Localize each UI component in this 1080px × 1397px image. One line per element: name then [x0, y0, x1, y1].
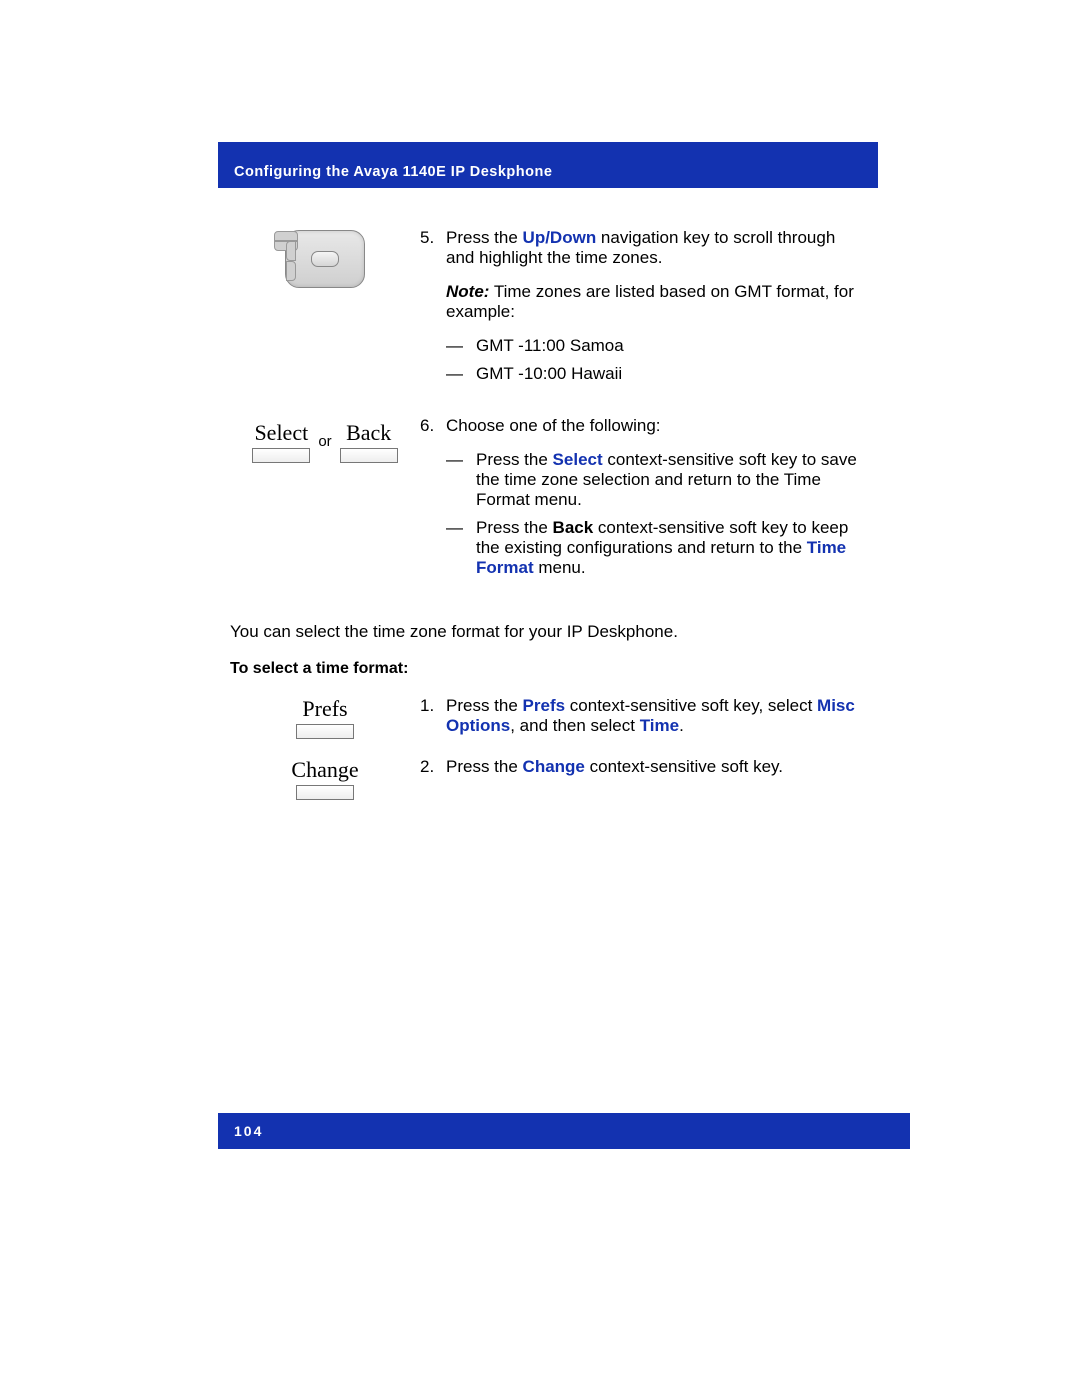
paragraph: You can select the time zone format for … — [230, 622, 866, 642]
timezone-item: GMT -10:00 Hawaii — [476, 364, 622, 384]
step-number: 5. — [420, 228, 446, 398]
step-text: Press the Change context-sensitive soft … — [446, 757, 866, 777]
time-label: Time — [640, 716, 679, 735]
timezone-item: GMT -11:00 Samoa — [476, 336, 624, 356]
navigation-pad-icon — [285, 230, 365, 288]
updown-label: Up/Down — [523, 228, 597, 247]
prefs-label: Prefs — [523, 696, 566, 715]
select-softkey-button[interactable] — [252, 448, 310, 463]
note-label: Note: — [446, 282, 489, 301]
select-softkey-label: Select — [254, 420, 308, 446]
prefs-softkey-label: Prefs — [302, 696, 347, 722]
back-softkey-button[interactable] — [340, 448, 398, 463]
prefs-softkey-button[interactable] — [296, 724, 354, 739]
page-footer: 104 — [218, 1113, 910, 1149]
select-label: Select — [553, 450, 603, 469]
change-softkey-button[interactable] — [296, 785, 354, 800]
back-softkey-label: Back — [346, 420, 391, 446]
header-title: Configuring the Avaya 1140E IP Deskphone — [234, 164, 552, 180]
change-label: Change — [523, 757, 585, 776]
step-text: Press the Up/Down navigation key to scro… — [446, 228, 866, 398]
back-label: Back — [553, 518, 594, 537]
step-text: Press the Prefs context-sensitive soft k… — [446, 696, 866, 736]
step-number: 2. — [420, 757, 446, 777]
step-number: 1. — [420, 696, 446, 736]
step-text: Choose one of the following: — Press the… — [446, 416, 866, 592]
or-text: or — [318, 433, 331, 450]
page-number: 104 — [234, 1123, 263, 1139]
section-heading: To select a time format: — [230, 660, 866, 678]
step-number: 6. — [420, 416, 446, 592]
change-softkey-label: Change — [291, 757, 358, 783]
softkey-pair: Select or Back — [230, 420, 420, 463]
page-header: Configuring the Avaya 1140E IP Deskphone — [218, 142, 878, 188]
